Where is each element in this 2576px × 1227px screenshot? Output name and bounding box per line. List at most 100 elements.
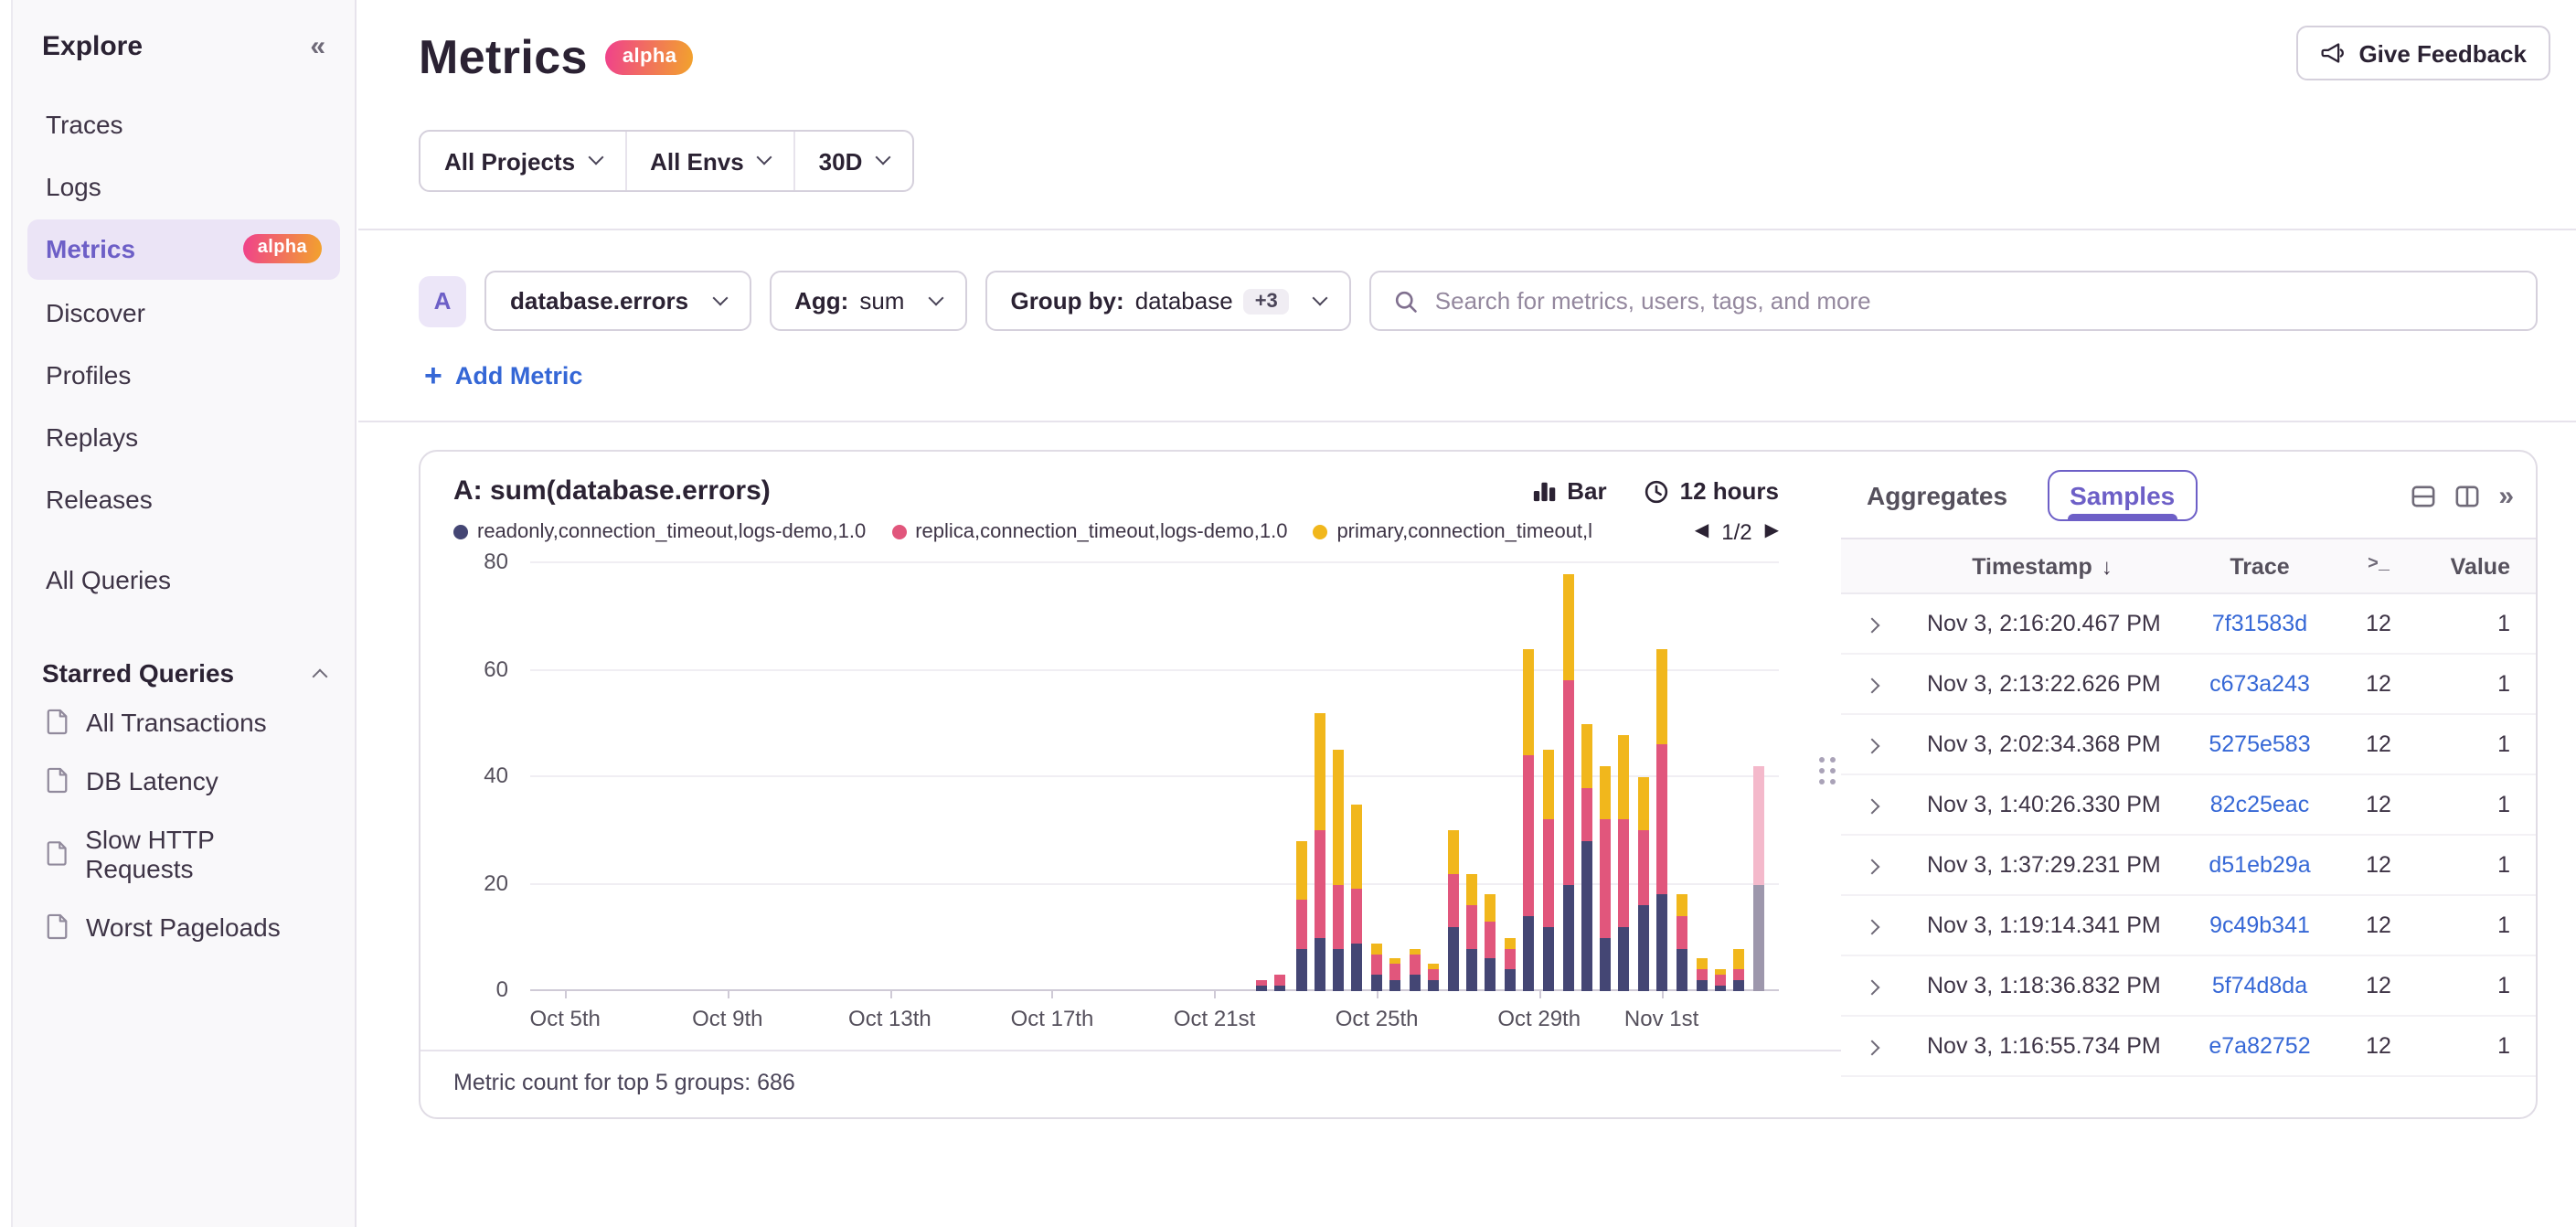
layout-columns-icon[interactable] (2454, 484, 2478, 507)
project-filter-dropdown[interactable]: All Projects (420, 132, 626, 190)
chart-bar[interactable] (1466, 873, 1477, 991)
sidebar-item-replays[interactable]: Replays (27, 408, 340, 466)
x-axis-label: Nov 1st (1624, 1006, 1698, 1031)
sample-row[interactable]: Nov 3, 1:19:14.341 PM9c49b341121 (1841, 896, 2536, 956)
sample-row[interactable]: Nov 3, 1:37:29.231 PMd51eb29a121 (1841, 836, 2536, 896)
column-header-timestamp[interactable]: Timestamp ↓ (1903, 553, 2181, 579)
chart-bar[interactable] (1351, 804, 1362, 991)
expand-row-icon[interactable] (1865, 920, 1880, 935)
chart-bar[interactable] (1296, 841, 1307, 991)
trace-link[interactable]: 7f31583d (2181, 611, 2338, 636)
chart-bar[interactable] (1733, 948, 1744, 991)
sidebar-item-profiles[interactable]: Profiles (27, 346, 340, 404)
date-range-dropdown[interactable]: 30D (795, 132, 912, 190)
chart-bar[interactable] (1542, 751, 1553, 991)
chart-bar[interactable] (1715, 970, 1726, 991)
panel-resize-handle[interactable] (1819, 758, 1836, 785)
sample-timestamp: Nov 3, 2:16:20.467 PM (1903, 611, 2181, 636)
sample-row[interactable]: Nov 3, 2:13:22.626 PMc673a243121 (1841, 655, 2536, 715)
trace-link[interactable]: 9c49b341 (2181, 912, 2338, 938)
sidebar-item-logs[interactable]: Logs (27, 157, 340, 216)
chart-bar[interactable] (1409, 948, 1420, 991)
chart-bar[interactable] (1676, 895, 1687, 991)
sample-profile-count: 12 (2338, 852, 2419, 878)
chart-bar[interactable] (1581, 724, 1592, 992)
chart-bar[interactable] (1505, 938, 1516, 992)
trace-link[interactable]: 82c25eac (2181, 792, 2338, 817)
expand-row-icon[interactable] (1865, 859, 1880, 875)
expand-row-icon[interactable] (1865, 618, 1880, 634)
search-input-wrapper[interactable] (1369, 271, 2538, 331)
sidebar-item-traces[interactable]: Traces (27, 95, 340, 154)
legend-item[interactable]: readonly,connection_timeout,logs-demo,1.… (453, 521, 866, 543)
chart-bar[interactable] (1314, 713, 1325, 991)
chart-bar[interactable] (1562, 574, 1573, 991)
chart-bar[interactable] (1390, 959, 1401, 991)
expand-row-icon[interactable] (1865, 799, 1880, 815)
chart-bar[interactable] (1447, 831, 1458, 992)
sample-row[interactable]: Nov 3, 2:16:20.467 PM7f31583d121 (1841, 594, 2536, 655)
chart-bar[interactable] (1524, 649, 1535, 991)
trace-link[interactable]: 5f74d8da (2181, 973, 2338, 998)
environment-filter-dropdown[interactable]: All Envs (626, 132, 795, 190)
sidebar-item-all-queries[interactable]: All Queries (27, 551, 340, 610)
sample-row[interactable]: Nov 3, 1:18:36.832 PM5f74d8da121 (1841, 956, 2536, 1017)
starred-query-db-latency[interactable]: DB Latency (27, 752, 340, 807)
chart-bar[interactable] (1429, 965, 1440, 991)
chart-bar[interactable] (1638, 777, 1649, 991)
sample-profile-count: 12 (2338, 1033, 2419, 1059)
legend-next-button[interactable]: ▶ (1765, 523, 1779, 541)
expand-row-icon[interactable] (1865, 1040, 1880, 1056)
starred-query-all-transactions[interactable]: All Transactions (27, 694, 340, 749)
chart-bar[interactable] (1619, 734, 1630, 991)
chart-bar[interactable] (1657, 649, 1668, 991)
expand-row-icon[interactable] (1865, 739, 1880, 754)
sidebar-item-releases[interactable]: Releases (27, 470, 340, 528)
legend-item[interactable]: replica,connection_timeout,logs-demo,1.0 (891, 521, 1287, 543)
search-input[interactable] (1435, 287, 2514, 315)
chart-bar[interactable] (1371, 943, 1382, 991)
trace-link[interactable]: c673a243 (2181, 671, 2338, 697)
chart-bar[interactable] (1696, 959, 1707, 991)
sample-row[interactable]: Nov 3, 1:16:55.734 PMe7a82752121 (1841, 1017, 2536, 1077)
chart-bar[interactable] (1753, 766, 1764, 991)
expand-row-icon[interactable] (1865, 980, 1880, 996)
tab-samples[interactable]: Samples (2048, 470, 2197, 521)
starred-query-slow-http-requests[interactable]: Slow HTTP Requests (27, 811, 340, 895)
sample-row[interactable]: Nov 3, 2:02:34.368 PM5275e583121 (1841, 715, 2536, 775)
layout-rows-icon[interactable] (2411, 484, 2434, 507)
legend-prev-button[interactable]: ◀ (1695, 523, 1708, 541)
expand-row-icon[interactable] (1865, 678, 1880, 694)
trace-link[interactable]: e7a82752 (2181, 1033, 2338, 1059)
legend-item[interactable]: primary,connection_timeout,l (1313, 521, 1592, 543)
chart-bar[interactable] (1333, 751, 1344, 991)
profile-column-icon[interactable]: >_ (2338, 556, 2419, 576)
tab-aggregates[interactable]: Aggregates (1867, 481, 2007, 510)
group-by-dropdown[interactable]: Group by: database +3 (985, 271, 1350, 331)
add-metric-button[interactable]: + Add Metric (424, 360, 582, 391)
starred-queries-header[interactable]: Starred Queries (42, 657, 325, 687)
sample-row[interactable]: Nov 3, 1:40:26.330 PM82c25eac121 (1841, 775, 2536, 836)
sidebar-collapse-icon[interactable]: « (310, 30, 325, 61)
column-header-value[interactable]: Value (2419, 553, 2536, 579)
chart-bar[interactable] (1600, 766, 1611, 991)
collapse-samples-icon[interactable]: » (2498, 482, 2514, 509)
trace-link[interactable]: d51eb29a (2181, 852, 2338, 878)
interval-button[interactable]: 12 hours (1644, 477, 1779, 505)
samples-section: Aggregates Samples » (1841, 452, 2536, 1117)
column-header-trace[interactable]: Trace (2181, 553, 2338, 579)
display-mode-button[interactable]: Bar (1532, 477, 1606, 505)
metric-select-dropdown[interactable]: database.errors (484, 271, 750, 331)
bar-chart-icon (1532, 479, 1556, 503)
give-feedback-button[interactable]: Give Feedback (2296, 26, 2550, 80)
chart-bar[interactable] (1256, 980, 1267, 991)
starred-query-worst-pageloads[interactable]: Worst Pageloads (27, 899, 340, 954)
aggregation-dropdown[interactable]: Agg: sum (769, 271, 966, 331)
sample-timestamp: Nov 3, 1:18:36.832 PM (1903, 973, 2181, 998)
chart-bar[interactable] (1485, 895, 1496, 991)
chart-plot[interactable]: Oct 5thOct 9thOct 13thOct 17thOct 21stOc… (530, 563, 1779, 991)
trace-link[interactable]: 5275e583 (2181, 731, 2338, 757)
sidebar-item-discover[interactable]: Discover (27, 283, 340, 341)
sidebar-item-metrics[interactable]: Metricsalpha (27, 220, 340, 279)
chart-bar[interactable] (1275, 975, 1286, 991)
